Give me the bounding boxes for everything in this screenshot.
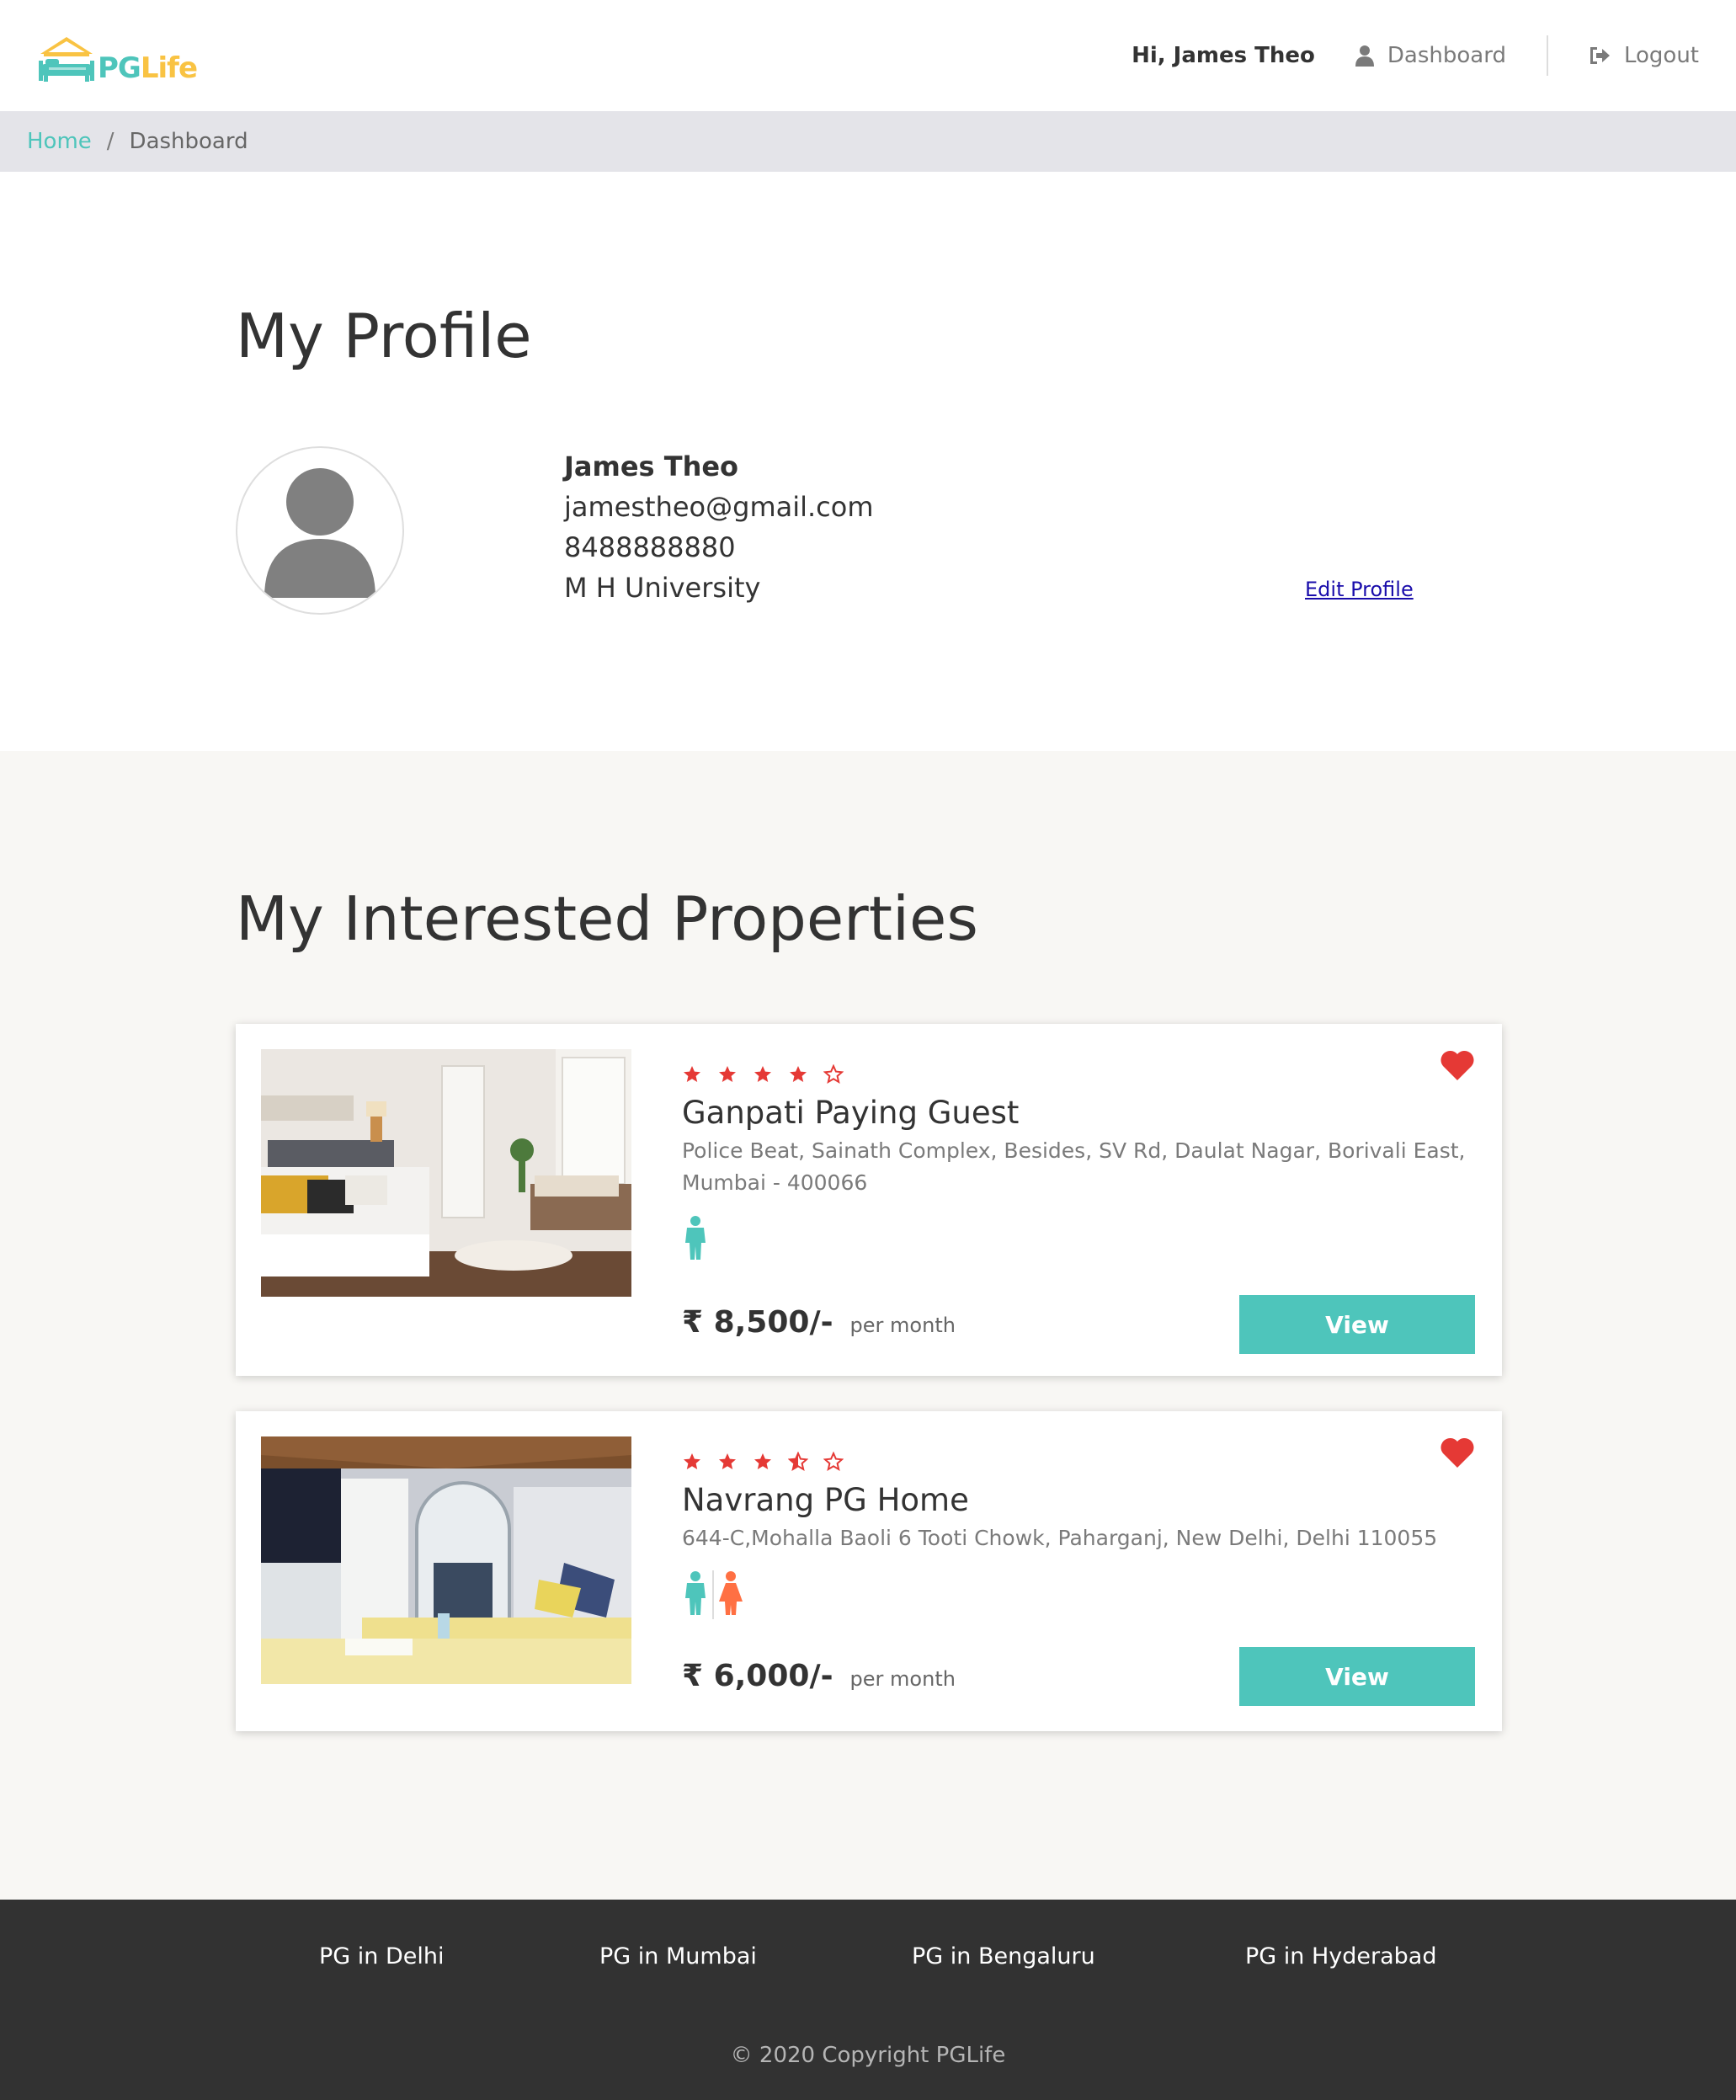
profile-email: jamestheo@gmail.com bbox=[564, 491, 874, 523]
property-price: ₹ 6,000/- per month bbox=[682, 1659, 956, 1693]
property-name: Navrang PG Home bbox=[682, 1482, 969, 1518]
price-period: per month bbox=[849, 1667, 956, 1691]
copyright: © 2020 Copyright PGLife bbox=[730, 2043, 1006, 2068]
price-amount: ₹ 8,500/- bbox=[682, 1305, 833, 1340]
property-gender bbox=[682, 1570, 1475, 1620]
dashboard-link-label: Dashboard bbox=[1387, 43, 1506, 68]
star-outline-icon bbox=[823, 1064, 844, 1085]
property-details: Navrang PG Home 644-C,Mohalla Baoli 6 To… bbox=[682, 1436, 1475, 1620]
property-rating bbox=[682, 1447, 1475, 1477]
gender-divider bbox=[712, 1570, 714, 1620]
property-address: Police Beat, Sainath Complex, Besides, S… bbox=[682, 1138, 1466, 1196]
star-icon bbox=[682, 1452, 702, 1472]
user-avatar-icon bbox=[264, 468, 375, 598]
interested-properties-section: My Interested Properties Ganpati Paying … bbox=[0, 751, 1736, 1900]
house-bed-icon bbox=[39, 37, 94, 82]
breadcrumb: Home / Dashboard bbox=[0, 111, 1736, 172]
breadcrumb-current: Dashboard bbox=[129, 129, 248, 154]
property-card: Navrang PG Home 644-C,Mohalla Baoli 6 To… bbox=[236, 1411, 1502, 1731]
heart-icon[interactable] bbox=[1440, 1049, 1475, 1085]
logo-text: PGLife bbox=[98, 51, 198, 85]
male-icon bbox=[682, 1571, 709, 1618]
view-button[interactable]: View bbox=[1239, 1647, 1475, 1706]
star-icon bbox=[788, 1064, 808, 1085]
logout-link-label: Logout bbox=[1623, 43, 1699, 68]
property-rating bbox=[682, 1059, 1475, 1090]
view-button[interactable]: View bbox=[1239, 1295, 1475, 1354]
property-price: ₹ 8,500/- per month bbox=[682, 1305, 956, 1340]
heart-icon[interactable] bbox=[1440, 1436, 1475, 1472]
properties-title: My Interested Properties bbox=[236, 883, 978, 954]
property-image[interactable] bbox=[261, 1049, 631, 1297]
star-icon bbox=[717, 1064, 738, 1085]
logo-text-pg: PG bbox=[98, 51, 141, 85]
sign-out-icon bbox=[1589, 45, 1611, 66]
footer-link-hyderabad[interactable]: PG in Hyderabad bbox=[1245, 1943, 1436, 1969]
footer-link-delhi[interactable]: PG in Delhi bbox=[319, 1943, 445, 1969]
site-footer: PG in Delhi PG in Mumbai PG in Bengaluru… bbox=[0, 1900, 1736, 2100]
footer-link-bengaluru[interactable]: PG in Bengaluru bbox=[912, 1943, 1095, 1969]
profile-phone: 8488888880 bbox=[564, 531, 736, 563]
female-icon bbox=[717, 1571, 744, 1618]
top-nav: Hi, James Theo Dashboard Logout bbox=[1132, 0, 1699, 111]
star-icon bbox=[753, 1064, 773, 1085]
profile-details: James Theo jamestheo@gmail.com 848888888… bbox=[564, 446, 874, 608]
breadcrumb-separator: / bbox=[106, 129, 114, 154]
property-card: Ganpati Paying Guest Police Beat, Sainat… bbox=[236, 1024, 1502, 1376]
avatar bbox=[236, 446, 404, 615]
user-icon bbox=[1355, 45, 1374, 67]
breadcrumb-home[interactable]: Home bbox=[27, 129, 92, 154]
property-gender bbox=[682, 1214, 1475, 1265]
star-outline-icon bbox=[823, 1452, 844, 1472]
property-details: Ganpati Paying Guest Police Beat, Sainat… bbox=[682, 1049, 1475, 1265]
male-icon bbox=[682, 1216, 709, 1263]
edit-profile-link[interactable]: Edit Profile bbox=[1305, 578, 1414, 601]
price-period: per month bbox=[849, 1314, 956, 1337]
star-icon bbox=[717, 1452, 738, 1472]
pglife-logo[interactable]: PGLife bbox=[37, 30, 198, 85]
profile-college: M H University bbox=[564, 572, 761, 604]
logo-text-life: Life bbox=[140, 51, 198, 85]
footer-link-mumbai[interactable]: PG in Mumbai bbox=[599, 1943, 757, 1969]
star-icon bbox=[682, 1064, 702, 1085]
dashboard-link[interactable]: Dashboard bbox=[1355, 43, 1506, 68]
property-address: 644-C,Mohalla Baoli 6 Tooti Chowk, Pahar… bbox=[682, 1526, 1438, 1551]
star-icon bbox=[753, 1452, 773, 1472]
price-amount: ₹ 6,000/- bbox=[682, 1659, 833, 1693]
logout-link[interactable]: Logout bbox=[1589, 43, 1699, 68]
user-greeting: Hi, James Theo bbox=[1132, 43, 1315, 68]
profile-name: James Theo bbox=[564, 450, 739, 482]
nav-divider bbox=[1546, 35, 1548, 76]
star-half-icon bbox=[788, 1452, 808, 1472]
property-image[interactable] bbox=[261, 1436, 631, 1684]
property-name: Ganpati Paying Guest bbox=[682, 1095, 1020, 1131]
profile-title: My Profile bbox=[236, 301, 532, 371]
site-header: PGLife Hi, James Theo Dashboard Logout bbox=[0, 0, 1736, 111]
